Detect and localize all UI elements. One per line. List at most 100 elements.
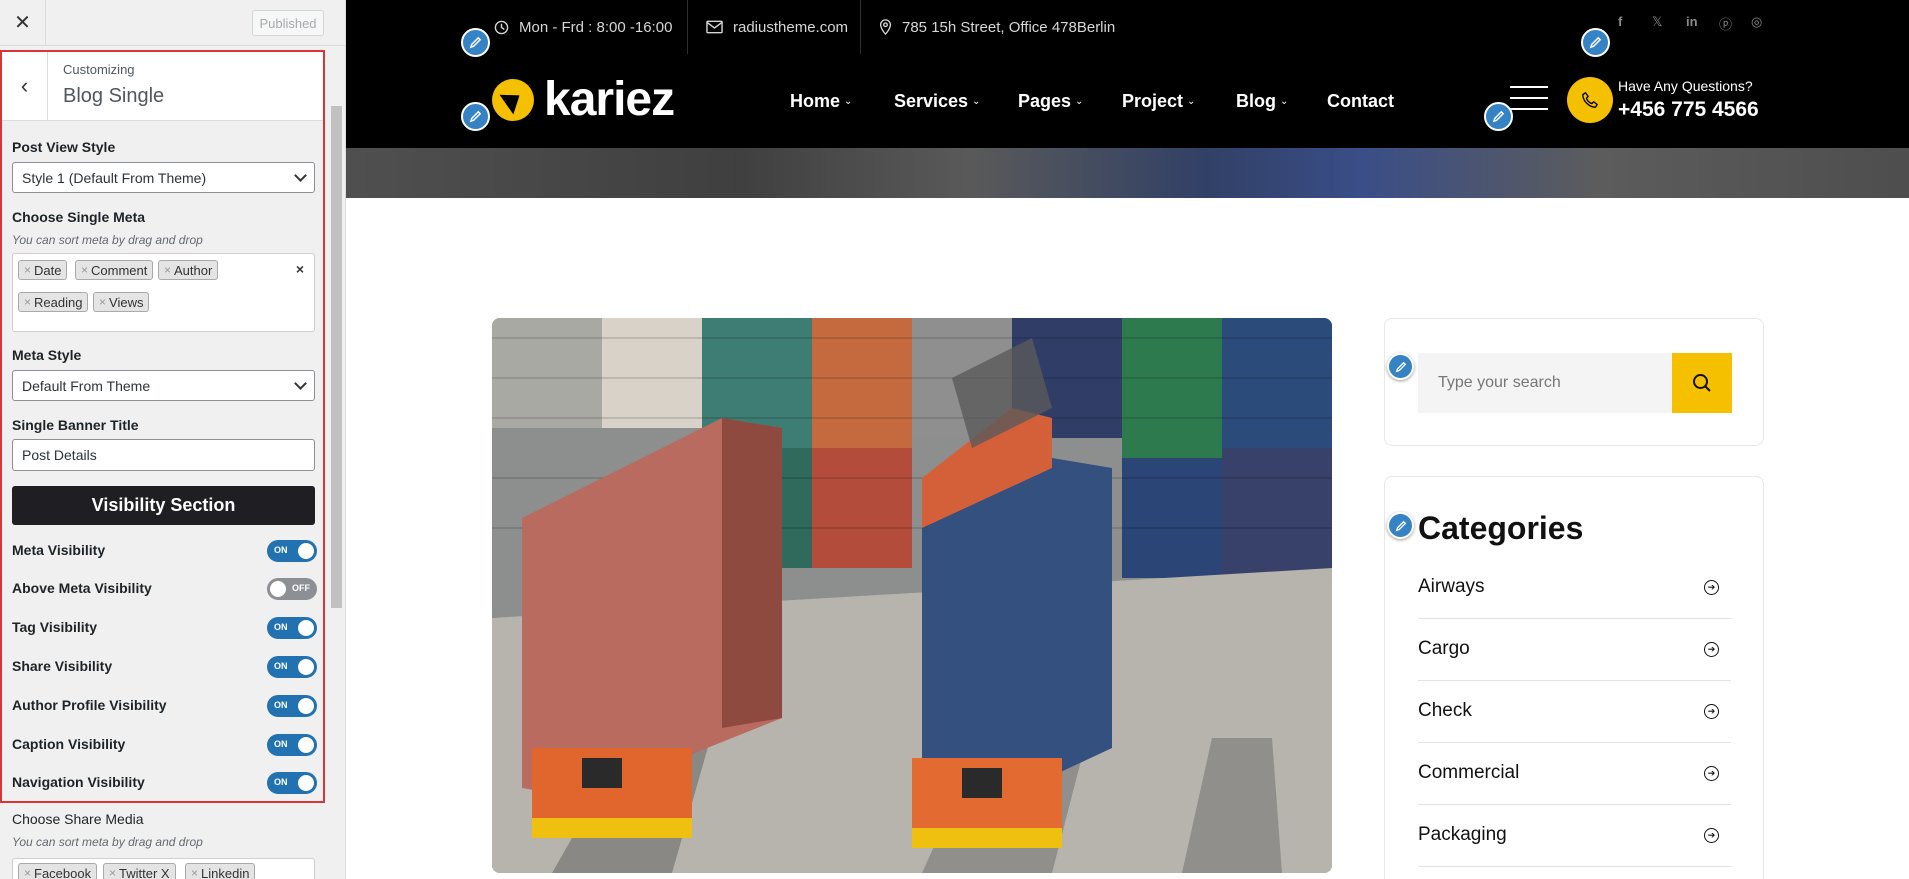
nav-pages[interactable]: Pages ⌄ xyxy=(1018,54,1083,148)
chevron-down-icon xyxy=(294,376,307,390)
edit-shortcut-icon[interactable] xyxy=(1387,353,1414,380)
phone-icon xyxy=(1567,77,1613,123)
arrow-right-icon: ➔ xyxy=(1704,766,1719,781)
above-meta-visibility-row: Above Meta Visibility OFF xyxy=(12,578,317,600)
chevron-down-icon: ⌄ xyxy=(1075,95,1084,107)
site-header: kariez Home ⌄ Services ⌄ Pages ⌄ Project ⌄ B… xyxy=(346,54,1909,148)
mail-icon xyxy=(706,20,723,34)
meta-tag[interactable]: × Comment xyxy=(75,260,154,280)
meta-visibility-toggle[interactable]: ON xyxy=(267,540,317,562)
share-tag[interactable]: × Facebook xyxy=(18,863,98,879)
search-input[interactable]: Type your search xyxy=(1418,353,1672,413)
navigation-visibility-toggle[interactable]: ON xyxy=(267,772,317,794)
edit-shortcut-icon[interactable] xyxy=(1581,28,1610,57)
arrow-right-icon: ➔ xyxy=(1704,642,1719,657)
category-item[interactable]: Cargo ➔ xyxy=(1418,619,1731,681)
toggle-label: Navigation Visibility xyxy=(12,774,145,790)
meta-style-select[interactable]: Default From Theme xyxy=(12,370,315,401)
category-item[interactable]: Check ➔ xyxy=(1418,681,1731,743)
site-logo[interactable]: kariez xyxy=(492,72,675,127)
email-item[interactable]: radiustheme.com xyxy=(706,0,848,54)
chevron-down-icon: ⌄ xyxy=(1187,95,1196,107)
clock-icon xyxy=(494,20,509,34)
tag-visibility-row: Tag Visibility ON xyxy=(12,617,317,639)
share-tag[interactable]: × Linkedin xyxy=(185,863,256,879)
pinterest-icon[interactable]: ⓟ xyxy=(1719,14,1732,33)
menu-icon[interactable] xyxy=(1510,86,1548,119)
nav-project[interactable]: Project ⌄ xyxy=(1122,54,1195,148)
section-eyebrow: Customizing xyxy=(63,62,135,77)
hours-item: Mon - Frd : 8:00 -16:00 xyxy=(494,0,672,54)
chevron-down-icon: ⌄ xyxy=(844,95,853,107)
category-item[interactable]: Packaging ➔ xyxy=(1418,805,1731,867)
edit-shortcut-icon[interactable] xyxy=(461,28,490,57)
page-banner-image xyxy=(346,148,1909,198)
address-item: 785 15h Street, Office 478Berlin xyxy=(879,0,1115,54)
location-pin-icon xyxy=(879,19,892,35)
tag-visibility-toggle[interactable]: ON xyxy=(267,617,317,639)
search-widget: Type your search xyxy=(1384,318,1764,446)
category-item[interactable]: Commercial ➔ xyxy=(1418,743,1731,805)
back-button[interactable]: ‹ xyxy=(2,52,48,120)
navigation-visibility-row: Navigation Visibility ON xyxy=(12,772,317,794)
toggle-label: Above Meta Visibility xyxy=(12,580,152,596)
author-profile-visibility-toggle[interactable]: ON xyxy=(267,695,317,717)
instagram-icon[interactable]: ◎ xyxy=(1751,14,1762,30)
search-button[interactable] xyxy=(1672,353,1732,413)
share-media-multiselect[interactable]: × Facebook × Twitter X × Linkedin xyxy=(12,858,315,879)
meta-tag[interactable]: × Author xyxy=(158,260,219,280)
chevron-down-icon: ⌄ xyxy=(972,95,981,107)
facebook-icon[interactable]: f xyxy=(1618,14,1622,29)
nav-services[interactable]: Services ⌄ xyxy=(894,54,980,148)
close-icon: ✕ xyxy=(14,12,31,34)
meta-tag[interactable]: × Date xyxy=(18,260,68,280)
category-item[interactable]: Airways ➔ xyxy=(1418,557,1731,619)
remove-icon[interactable]: × xyxy=(24,295,31,309)
nav-home[interactable]: Home ⌄ xyxy=(790,54,852,148)
banner-title-input[interactable]: Post Details xyxy=(12,439,315,471)
linkedin-icon[interactable]: in xyxy=(1686,14,1698,29)
share-visibility-row: Share Visibility ON xyxy=(12,656,317,678)
scrollbar-thumb[interactable] xyxy=(331,106,342,608)
remove-icon[interactable]: × xyxy=(164,263,171,277)
categories-title: Categories xyxy=(1418,510,1584,546)
chevron-down-icon xyxy=(294,168,307,182)
clear-all-icon[interactable]: × xyxy=(296,261,304,277)
single-meta-multiselect[interactable]: × Date × Comment × Author × Reading × Views × xyxy=(12,253,315,332)
logo-text: kariez xyxy=(544,73,675,126)
post-view-style-select[interactable]: Style 1 (Default From Theme) xyxy=(12,162,315,193)
meta-tag[interactable]: × Views xyxy=(93,292,150,312)
caption-visibility-toggle[interactable]: ON xyxy=(267,734,317,756)
edit-shortcut-icon[interactable] xyxy=(1484,102,1513,131)
chevron-down-icon: ⌄ xyxy=(1280,95,1289,107)
toggle-label: Author Profile Visibility xyxy=(12,697,167,713)
author-profile-visibility-row: Author Profile Visibility ON xyxy=(12,695,317,717)
section-title: Blog Single xyxy=(63,85,165,107)
phone-number[interactable]: +456 775 4566 xyxy=(1618,98,1759,122)
share-media-label: Choose Share Media xyxy=(12,811,144,827)
customizer-header: ✕ Published xyxy=(0,0,345,46)
edit-shortcut-icon[interactable] xyxy=(461,102,490,131)
toggle-label: Tag Visibility xyxy=(12,619,98,635)
panel-scrollbar[interactable] xyxy=(328,46,345,879)
x-icon[interactable]: 𝕏 xyxy=(1652,14,1662,30)
remove-icon[interactable]: × xyxy=(81,263,88,277)
meta-visibility-row: Meta Visibility ON xyxy=(12,540,317,562)
meta-tag[interactable]: × Reading xyxy=(18,292,89,312)
nav-contact[interactable]: Contact xyxy=(1327,54,1394,148)
site-preview: Mon - Frd : 8:00 -16:00 radiustheme.com … xyxy=(346,0,1909,879)
nav-blog[interactable]: Blog ⌄ xyxy=(1236,54,1288,148)
edit-shortcut-icon[interactable] xyxy=(1387,512,1414,539)
post-featured-image xyxy=(492,318,1332,873)
share-visibility-toggle[interactable]: ON xyxy=(267,656,317,678)
publish-button[interactable]: Published xyxy=(252,10,324,36)
categories-widget: Categories Airways ➔ Cargo ➔ Check ➔ Commer… xyxy=(1384,476,1764,879)
close-button[interactable]: ✕ xyxy=(0,0,46,45)
remove-icon[interactable]: × xyxy=(24,263,31,277)
section-header: ‹ Customizing Blog Single xyxy=(2,52,323,121)
meta-style-value: Default From Theme xyxy=(22,377,151,394)
remove-icon[interactable]: × xyxy=(99,295,106,309)
share-tag[interactable]: × Twitter X xyxy=(103,863,176,879)
above-meta-visibility-toggle[interactable]: OFF xyxy=(267,578,317,600)
arrow-right-icon: ➔ xyxy=(1704,580,1719,595)
